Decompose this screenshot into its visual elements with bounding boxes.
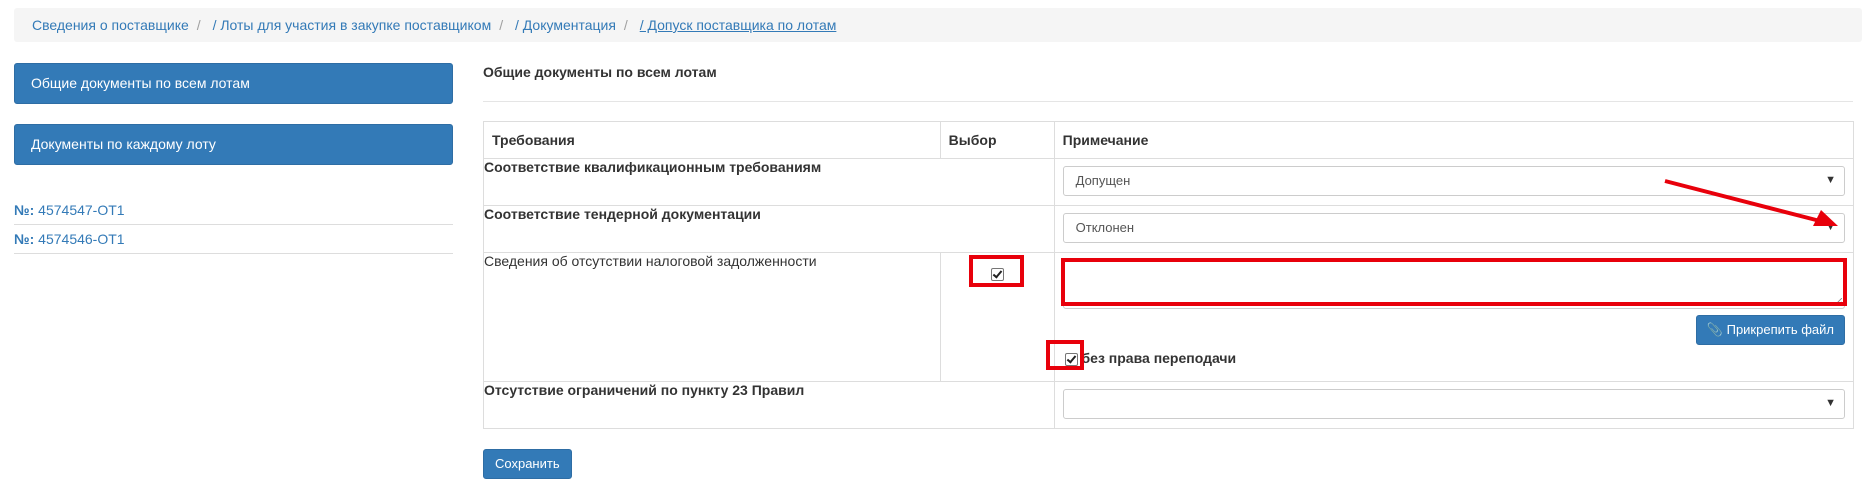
tender-docs-select[interactable]: Отклонен ▼ [1062, 213, 1845, 243]
per-lot-docs-button[interactable]: Документы по каждому лоту [14, 124, 453, 165]
table-header-row: Требования Выбор Примечание [483, 121, 1855, 159]
caret-down-icon: ▼ [1825, 174, 1836, 186]
save-button[interactable]: Сохранить [483, 449, 572, 479]
note-cell: Допущен ▼ [1053, 158, 1855, 206]
attach-file-button[interactable]: 📎 Прикрепить файл [1695, 315, 1845, 345]
table-row: Соответствие тендерной документации Откл… [483, 205, 1855, 253]
attach-file-label: Прикрепить файл [1726, 322, 1834, 337]
common-docs-button[interactable]: Общие документы по всем лотам [14, 63, 453, 104]
lot-link[interactable]: №: 4574546-ОТ1 [14, 225, 453, 254]
lot-number-prefix: №: [14, 231, 35, 247]
tax-debt-note-textarea[interactable] [1062, 261, 1845, 309]
lot-link[interactable]: №: 4574547-ОТ1 [14, 196, 453, 225]
breadcrumb: Сведения о поставщике / / Лоты для участи… [14, 8, 1862, 42]
requirement-label: Соответствие тендерной документации [483, 205, 1055, 253]
select-value: Отклонен [1075, 220, 1135, 235]
resize-handle-icon[interactable] [1834, 298, 1842, 306]
requirements-table: Требования Выбор Примечание Соответствие… [483, 121, 1855, 429]
title-divider [483, 101, 1853, 102]
caret-down-icon: ▼ [1825, 221, 1836, 233]
no-resale-label: без права переподачи [1081, 350, 1237, 366]
table-row: Отсутствие ограничений по пункту 23 Прав… [483, 381, 1855, 429]
breadcrumb-separator: / [196, 17, 201, 33]
choice-cell [939, 252, 1055, 382]
lot-number-prefix: №: [14, 202, 35, 218]
requirement-label: Отсутствие ограничений по пункту 23 Прав… [483, 381, 1055, 429]
page-title: Общие документы по всем лотам [483, 64, 717, 80]
restrictions-select[interactable]: ▼ [1062, 389, 1845, 419]
lot-number: 4574547-ОТ1 [38, 202, 125, 218]
breadcrumb-lots[interactable]: / Лоты для участия в закупке поставщиком [213, 17, 492, 33]
note-cell: 📎 Прикрепить файл без права переподачи [1053, 252, 1855, 382]
requirement-label: Соответствие квалификационным требования… [483, 158, 1055, 206]
lot-number: 4574546-ОТ1 [38, 231, 125, 247]
paperclip-icon: 📎 [1706, 322, 1723, 337]
lot-list: №: 4574547-ОТ1 №: 4574546-ОТ1 [14, 196, 453, 254]
table-row: Сведения об отсутствии налоговой задолже… [483, 252, 1855, 382]
requirement-label: Сведения об отсутствии налоговой задолже… [483, 252, 941, 382]
note-cell: Отклонен ▼ [1053, 205, 1855, 253]
no-resale-option: без права переподачи [1064, 350, 1237, 366]
breadcrumb-supplier-admission[interactable]: / Допуск поставщика по лотам [640, 17, 837, 33]
breadcrumb-documentation[interactable]: / Документация [515, 17, 616, 33]
select-value: Допущен [1075, 173, 1131, 188]
qualification-select[interactable]: Допущен ▼ [1062, 166, 1845, 196]
table-row: Соответствие квалификационным требования… [483, 158, 1855, 206]
no-resale-checkbox[interactable] [1064, 352, 1078, 366]
column-header-requirements: Требования [483, 121, 941, 159]
column-header-note: Примечание [1053, 121, 1855, 159]
breadcrumb-supplier-info[interactable]: Сведения о поставщике [32, 17, 189, 33]
caret-down-icon: ▼ [1825, 397, 1836, 409]
column-header-choice: Выбор [939, 121, 1055, 159]
breadcrumb-separator: / [623, 17, 628, 33]
tax-debt-checkbox[interactable] [990, 267, 1004, 281]
breadcrumb-separator: / [499, 17, 504, 33]
note-cell: ▼ [1053, 381, 1855, 429]
